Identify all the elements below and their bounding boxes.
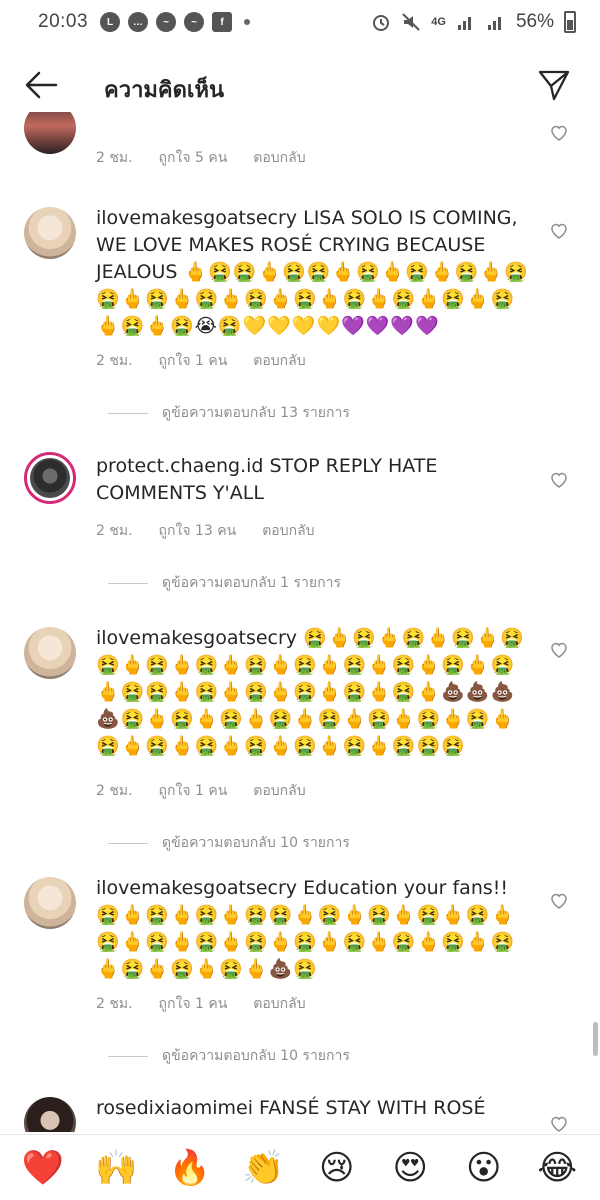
like-heart-icon[interactable] (549, 221, 569, 241)
reply-button[interactable]: ตอบกลับ (253, 147, 305, 169)
reply-button[interactable]: ตอบกลับ (253, 350, 305, 372)
network-type: 4G (431, 16, 446, 28)
divider (108, 1055, 148, 1057)
comments-list: 2 ชม. ถูกใจ 5 คน ตอบกลับ ilovemakesgoats… (0, 112, 600, 1132)
surprised-reaction[interactable]: 😮 (458, 1148, 510, 1188)
alarm-icon (373, 15, 390, 31)
comment-likes[interactable]: ถูกใจ 5 คน (159, 147, 228, 169)
view-replies-label: ดูข้อความตอบกลับ 10 รายการ (162, 1048, 350, 1064)
like-heart-icon[interactable] (549, 470, 569, 490)
clapping-reaction[interactable]: 👏 (237, 1148, 289, 1188)
back-arrow-icon[interactable] (24, 70, 58, 100)
chat-icon: … (128, 12, 149, 32)
comment-likes[interactable]: ถูกใจ 1 คน (159, 780, 228, 802)
view-replies[interactable]: ดูข้อความตอบกลับ 13 รายการ (108, 402, 350, 424)
heart-reaction[interactable]: ❤️ (17, 1148, 69, 1188)
fire-reaction[interactable]: 🔥 (164, 1148, 216, 1188)
line-icon: L (100, 12, 121, 32)
avatar[interactable] (24, 627, 76, 679)
reply-button[interactable]: ตอบกลับ (253, 993, 305, 1015)
status-bar: 20:03 L … ~ ~ f 4G 56% (0, 0, 600, 44)
comment-username[interactable]: rosedixiaomimei (96, 1097, 253, 1119)
scrollbar[interactable] (593, 1022, 598, 1056)
view-replies[interactable]: ดูข้อความตอบกลับ 10 รายการ (108, 832, 350, 854)
view-replies[interactable]: ดูข้อความตอบกลับ 1 รายการ (108, 572, 341, 594)
view-replies-label: ดูข้อความตอบกลับ 13 รายการ (162, 405, 350, 421)
view-replies-label: ดูข้อความตอบกลับ 10 รายการ (162, 835, 350, 851)
like-heart-icon[interactable] (549, 891, 569, 911)
like-heart-icon[interactable] (549, 1114, 569, 1132)
messenger-icon: ~ (156, 12, 177, 32)
avatar[interactable] (24, 1097, 76, 1132)
comment-body: ilovemakesgoatsecry Education your fans!… (96, 875, 536, 983)
reply-button[interactable]: ตอบกลับ (253, 780, 305, 802)
comment-username[interactable]: ilovemakesgoatsecry (96, 627, 297, 649)
more-notifications-icon (244, 19, 251, 25)
comment-meta: 2 ชม. ถูกใจ 1 คน ตอบกลับ (96, 350, 306, 372)
avatar[interactable] (24, 112, 76, 154)
like-heart-icon[interactable] (549, 640, 569, 660)
divider (108, 842, 148, 844)
comment-emojis: 🤮🖕🤮🖕🤮🖕🤮🤮🖕🤮🖕🤮🖕🤮🖕🤮🖕🤮🖕🤮🖕🤮🖕🤮🖕🤮🖕🤮🖕🤮🖕🤮🖕🤮🖕🤮🖕🤮🖕🤮… (96, 904, 516, 980)
comment-meta: 2 ชม. ถูกใจ 13 คน ตอบกลับ (96, 520, 315, 542)
comment-time: 2 ชม. (96, 996, 133, 1012)
comment-likes[interactable]: ถูกใจ 1 คน (159, 350, 228, 372)
avatar[interactable] (24, 207, 76, 259)
emoji-reaction-bar: ❤️ 🙌 🔥 👏 😢 😍 😮 😂 (0, 1134, 600, 1200)
comment-body: protect.chaeng.id STOP REPLY HATE COMMEN… (96, 453, 536, 507)
comment-meta: 2 ชม. ถูกใจ 1 คน ตอบกลับ (96, 993, 306, 1015)
comment-text: Education your fans!! (297, 877, 509, 899)
comment-time: 2 ชม. (96, 150, 133, 166)
comment-body: ilovemakesgoatsecry 🤮🖕🤮🖕🤮🖕🤮🖕🤮🤮🖕🤮🖕🤮🖕🤮🖕🤮🖕🤮… (96, 625, 536, 760)
comment-username[interactable]: protect.chaeng.id (96, 455, 263, 477)
avatar-story-ring[interactable] (24, 452, 76, 504)
comment-time: 2 ชม. (96, 353, 133, 369)
signal-icon (487, 17, 501, 30)
crying-reaction[interactable]: 😢 (311, 1148, 363, 1188)
like-heart-icon[interactable] (549, 123, 569, 143)
avatar[interactable] (24, 877, 76, 929)
notification-icons: L … ~ ~ f (100, 12, 251, 32)
comment-body: rosedixiaomimei FANSÉ STAY WITH ROSÉ (96, 1095, 536, 1122)
comment-text: FANSÉ STAY WITH ROSÉ (253, 1097, 486, 1119)
comment-username[interactable]: ilovemakesgoatsecry (96, 877, 297, 899)
comment-time: 2 ชม. (96, 783, 133, 799)
divider (108, 412, 148, 414)
heart-eyes-reaction[interactable]: 😍 (384, 1148, 436, 1188)
mute-icon (402, 13, 420, 31)
raised-hands-reaction[interactable]: 🙌 (90, 1148, 142, 1188)
comment-meta: 2 ชม. ถูกใจ 1 คน ตอบกลับ (96, 780, 306, 802)
comment-body: ilovemakesgoatsecry LISA SOLO IS COMING,… (96, 205, 536, 340)
comment-username[interactable]: ilovemakesgoatsecry (96, 207, 297, 229)
comment-time: 2 ชม. (96, 523, 133, 539)
reply-button[interactable]: ตอบกลับ (262, 520, 314, 542)
avatar (30, 458, 70, 498)
facebook-icon: f (212, 12, 233, 32)
divider (108, 582, 148, 584)
view-replies-label: ดูข้อความตอบกลับ 1 รายการ (162, 575, 341, 591)
messenger-icon: ~ (184, 12, 205, 32)
laughing-reaction[interactable]: 😂 (531, 1148, 583, 1188)
comment-likes[interactable]: ถูกใจ 1 คน (159, 993, 228, 1015)
page-title: ความคิดเห็น (104, 78, 224, 103)
status-right: 4G 56% (371, 11, 576, 33)
signal-icon (457, 17, 471, 30)
battery-icon (564, 11, 576, 33)
view-replies[interactable]: ดูข้อความตอบกลับ 10 รายการ (108, 1045, 350, 1067)
send-icon[interactable] (537, 68, 571, 102)
battery-percent: 56% (515, 11, 554, 32)
comment-meta: 2 ชม. ถูกใจ 5 คน ตอบกลับ (96, 147, 306, 169)
comment-likes[interactable]: ถูกใจ 13 คน (159, 520, 237, 542)
status-time: 20:03 (38, 11, 89, 32)
